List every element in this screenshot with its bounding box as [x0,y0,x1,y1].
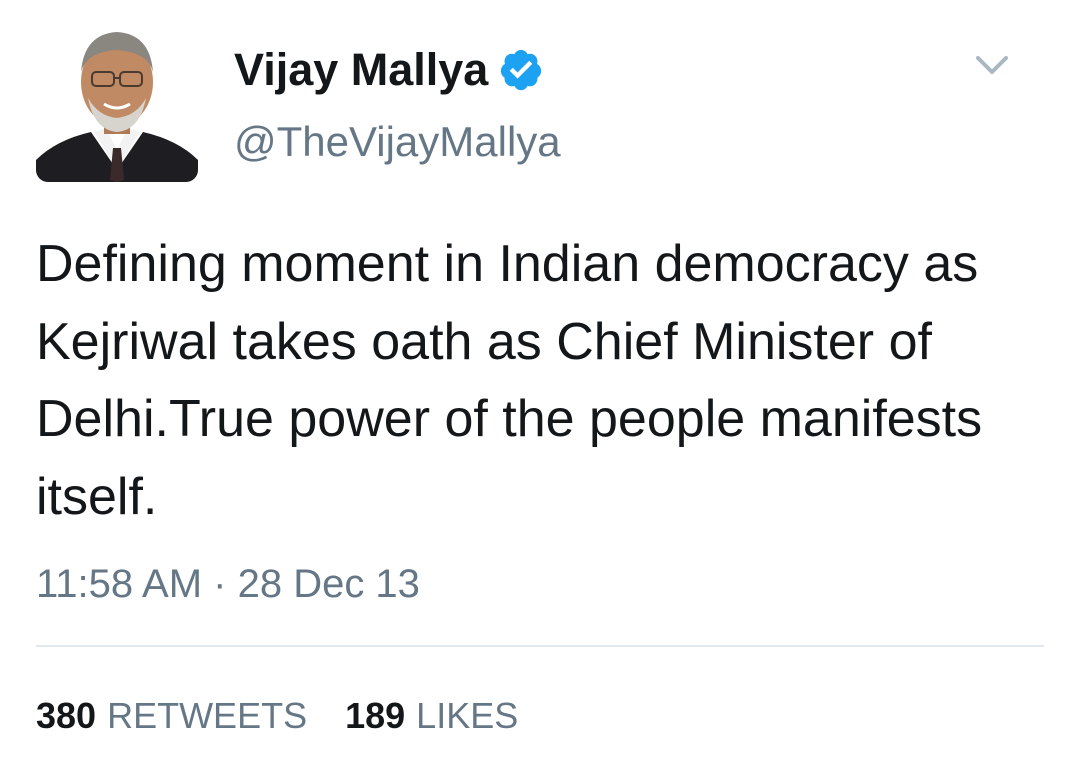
divider [36,645,1044,647]
likes-label: LIKES [416,695,519,736]
retweets-stat[interactable]: 380 RETWEETS [36,694,307,738]
retweets-label: RETWEETS [107,695,308,736]
profile-photo [36,20,198,182]
retweets-count: 380 [36,695,97,736]
chevron-down-icon[interactable] [968,48,1016,84]
display-name-text: Vijay Mallya [234,44,489,95]
author-display-name[interactable]: Vijay Mallya [234,42,544,98]
avatar[interactable] [36,20,198,182]
likes-count: 189 [345,695,406,736]
likes-stat[interactable]: 189 LIKES [345,694,518,738]
verified-badge-icon [498,47,544,93]
author-handle[interactable]: @TheVijayMallya [234,116,561,168]
tweet-text: Defining moment in Indian democracy as K… [36,235,983,526]
tweet-timestamp[interactable]: 11:58 AM · 28 Dec 13 [36,560,420,608]
tweet-stats: 380 RETWEETS 189 LIKES [36,694,518,738]
